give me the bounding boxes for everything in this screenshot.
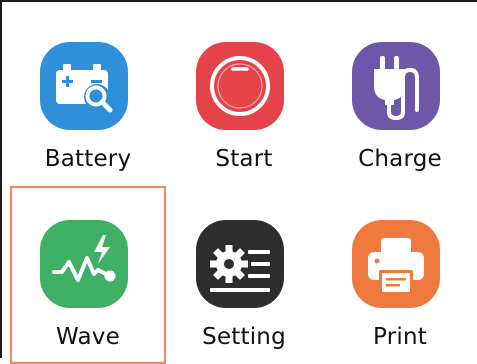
start-circle-icon xyxy=(196,42,284,130)
tile-battery[interactable]: Battery xyxy=(10,8,166,186)
tile-print[interactable]: Print xyxy=(322,186,477,364)
tile-label: Battery xyxy=(44,146,132,172)
tile-charge[interactable]: Charge xyxy=(322,8,477,186)
app-screen: Battery Start Charge Wave Setting Print xyxy=(0,0,477,364)
tile-label: Setting xyxy=(202,324,286,350)
plug-icon xyxy=(352,42,440,130)
tile-setting[interactable]: Setting xyxy=(166,186,322,364)
waveform-lightning-icon xyxy=(40,220,128,308)
app-grid: Battery Start Charge Wave Setting Print xyxy=(2,2,477,364)
gear-list-icon xyxy=(196,220,284,308)
battery-search-icon xyxy=(40,42,128,130)
tile-label: Charge xyxy=(358,146,442,172)
tile-wave[interactable]: Wave xyxy=(10,186,166,364)
tile-label: Wave xyxy=(56,324,120,350)
printer-icon xyxy=(352,220,440,308)
tile-start[interactable]: Start xyxy=(166,8,322,186)
tile-label: Print xyxy=(373,324,427,350)
tile-label: Start xyxy=(215,146,273,172)
